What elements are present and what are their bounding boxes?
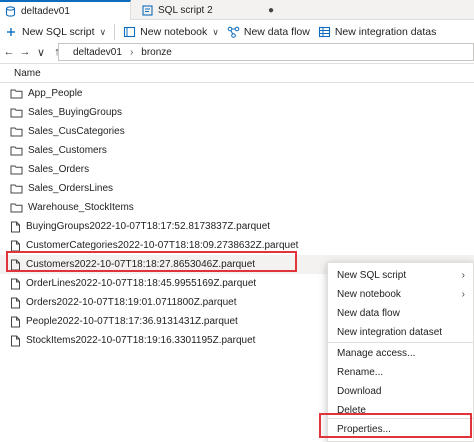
file-icon	[11, 240, 20, 251]
chevron-down-icon[interactable]: ∨	[100, 27, 107, 38]
file-name: Orders2022-10-07T18:19:01.0711800Z.parqu…	[26, 297, 237, 308]
file-icon	[11, 335, 20, 346]
context-menu-item-label: Rename...	[337, 367, 384, 378]
context-menu-divider	[328, 342, 474, 343]
new-sql-script-label: New SQL script	[22, 26, 95, 38]
properties-highlight-box	[319, 413, 472, 438]
database-icon	[5, 5, 16, 17]
file-name: OrderLines2022-10-07T18:18:45.9955169Z.p…	[26, 278, 257, 289]
file-icon	[11, 316, 20, 327]
forward-arrow-icon[interactable]: →	[18, 46, 32, 58]
unsaved-dot-icon[interactable]: ●	[268, 5, 274, 16]
navigation-bar: ← → ∨ ↑ deltadev01 › bronze	[0, 42, 474, 62]
folder-row[interactable]: Sales_BuyingGroups	[0, 103, 474, 122]
chevron-down-icon[interactable]: ∨	[212, 27, 219, 38]
notebook-icon	[124, 26, 136, 38]
column-header-label: Name	[14, 67, 41, 79]
new-data-flow-button[interactable]: New data flow	[223, 21, 314, 43]
folder-icon	[10, 146, 23, 156]
chevron-right-icon: ›	[461, 289, 465, 300]
folder-name: Sales_Customers	[28, 145, 107, 156]
new-sql-script-button[interactable]: New SQL script ∨	[0, 21, 110, 43]
context-menu-item-label: New notebook	[337, 289, 401, 300]
folder-name: Sales_OrdersLines	[28, 183, 114, 194]
context-menu-item[interactable]: Manage access...	[328, 344, 474, 363]
context-menu-item[interactable]: New SQL script ›	[328, 266, 474, 285]
folder-icon	[10, 203, 23, 213]
file-name: StockItems2022-10-07T18:19:16.3301195Z.p…	[26, 335, 256, 346]
folder-row[interactable]: Warehouse_StockItems	[0, 198, 474, 217]
tab-deltadev01[interactable]: deltadev01	[0, 0, 131, 20]
folder-row[interactable]: Sales_Customers	[0, 141, 474, 160]
folder-name: Warehouse_StockItems	[28, 202, 134, 213]
new-integration-dataset-button[interactable]: New integration datas	[314, 21, 441, 43]
context-menu-item-label: New data flow	[337, 308, 400, 319]
folder-icon	[10, 127, 23, 137]
file-icon	[11, 278, 20, 289]
new-notebook-button[interactable]: New notebook ∨	[119, 21, 223, 43]
plus-icon	[7, 28, 15, 36]
context-menu-item-label: New integration dataset	[337, 327, 443, 338]
breadcrumb[interactable]: deltadev01 › bronze	[58, 43, 474, 61]
folder-icon	[10, 89, 23, 99]
context-menu-item-label: Download	[337, 386, 382, 397]
new-notebook-label: New notebook	[140, 26, 208, 38]
dataset-icon	[318, 26, 330, 38]
selection-highlight-box	[6, 251, 297, 272]
folder-row[interactable]: Sales_OrdersLines	[0, 179, 474, 198]
breadcrumb-item[interactable]: deltadev01	[73, 47, 122, 58]
folder-name: Sales_CusCategories	[28, 126, 125, 137]
new-data-flow-label: New data flow	[243, 26, 310, 38]
folder-icon	[10, 165, 23, 175]
chevron-right-icon: ›	[461, 270, 465, 281]
file-icon	[11, 221, 20, 232]
context-menu-item[interactable]: New integration dataset	[328, 323, 474, 342]
folder-row[interactable]: Sales_Orders	[0, 160, 474, 179]
column-header-name[interactable]: Name	[0, 63, 474, 83]
breadcrumb-separator: ›	[129, 46, 134, 58]
tab-label: SQL script 2	[158, 4, 213, 16]
folder-name: Sales_Orders	[28, 164, 90, 175]
context-menu-item[interactable]: New data flow	[328, 304, 474, 323]
tab-strip: deltadev01 SQL script 2 ●	[0, 0, 474, 20]
chevron-down-icon[interactable]: ∨	[34, 46, 48, 59]
context-menu-item[interactable]: Rename...	[328, 363, 474, 382]
folder-name: Sales_BuyingGroups	[28, 107, 122, 118]
context-menu-item-label: New SQL script	[337, 270, 407, 281]
folder-icon	[10, 184, 23, 194]
folder-name: App_People	[28, 88, 83, 99]
sql-script-icon	[142, 4, 153, 16]
context-menu-item-label: Manage access...	[337, 348, 416, 359]
folder-row[interactable]: Sales_CusCategories	[0, 122, 474, 141]
file-name: BuyingGroups2022-10-07T18:17:52.8173837Z…	[26, 221, 271, 232]
file-row[interactable]: BuyingGroups2022-10-07T18:17:52.8173837Z…	[0, 217, 474, 236]
toolbar-divider	[114, 24, 116, 40]
context-menu-item[interactable]: New notebook ›	[328, 285, 474, 304]
file-name: People2022-10-07T18:17:36.9131431Z.parqu…	[26, 316, 238, 327]
tab-sql-script-2[interactable]: SQL script 2 ●	[132, 0, 280, 20]
tab-label: deltadev01	[21, 5, 70, 17]
context-menu-item[interactable]: Download	[328, 382, 474, 401]
data-flow-icon	[227, 26, 240, 38]
folder-icon	[10, 108, 23, 118]
folder-row[interactable]: App_People	[0, 84, 474, 103]
breadcrumb-item[interactable]: bronze	[141, 47, 172, 58]
file-name: CustomerCategories2022-10-07T18:18:09.27…	[26, 240, 299, 251]
new-integration-dataset-label: New integration datas	[334, 26, 437, 38]
file-icon	[11, 297, 20, 308]
toolbar: New SQL script ∨ New notebook ∨ New data…	[0, 21, 474, 43]
back-arrow-icon[interactable]: ←	[2, 46, 16, 58]
